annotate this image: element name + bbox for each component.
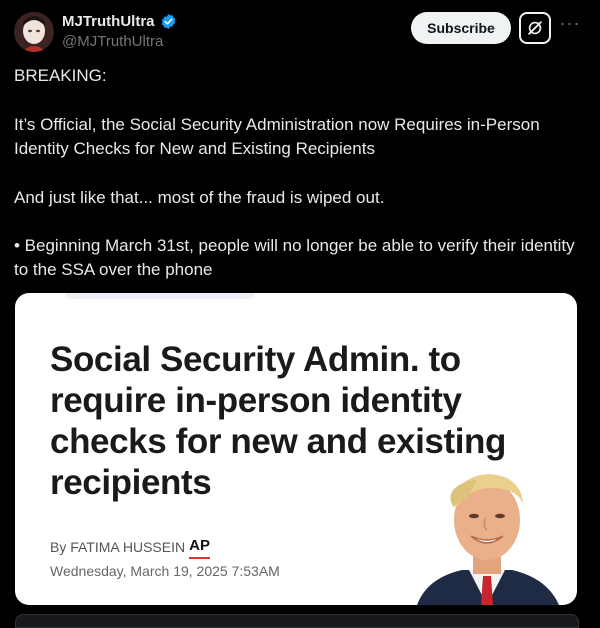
post-text-breaking: BREAKING: [14,66,107,85]
author-handle[interactable]: @MJTruthUltra [62,33,163,50]
article-byline: By FATIMA HUSSEIN AP [50,537,210,559]
author-name[interactable]: MJTruthUltra [62,13,155,30]
avatar-image [14,12,54,52]
article-card[interactable]: Social Security Admin. to require in-per… [15,293,577,605]
grok-icon [528,21,542,35]
post-text-bullet: • Beginning March 31st, people will no l… [14,236,575,279]
byline-author: By FATIMA HUSSEIN [50,538,186,555]
post-text-fraud: And just like that... most of the fraud … [14,188,385,207]
ap-logo: AP [189,537,210,559]
grok-button[interactable] [519,12,551,44]
post-text-announcement: It’s Official, the Social Security Admin… [14,115,540,158]
card-tab [65,293,255,299]
article-date: Wednesday, March 19, 2025 7:53AM [50,563,280,579]
avatar[interactable] [14,12,54,52]
next-card-edge [15,614,579,628]
more-options-icon[interactable]: ··· [558,14,582,38]
verified-badge-icon [160,13,177,30]
subscribe-button[interactable]: Subscribe [411,12,511,44]
article-photo [417,474,559,605]
